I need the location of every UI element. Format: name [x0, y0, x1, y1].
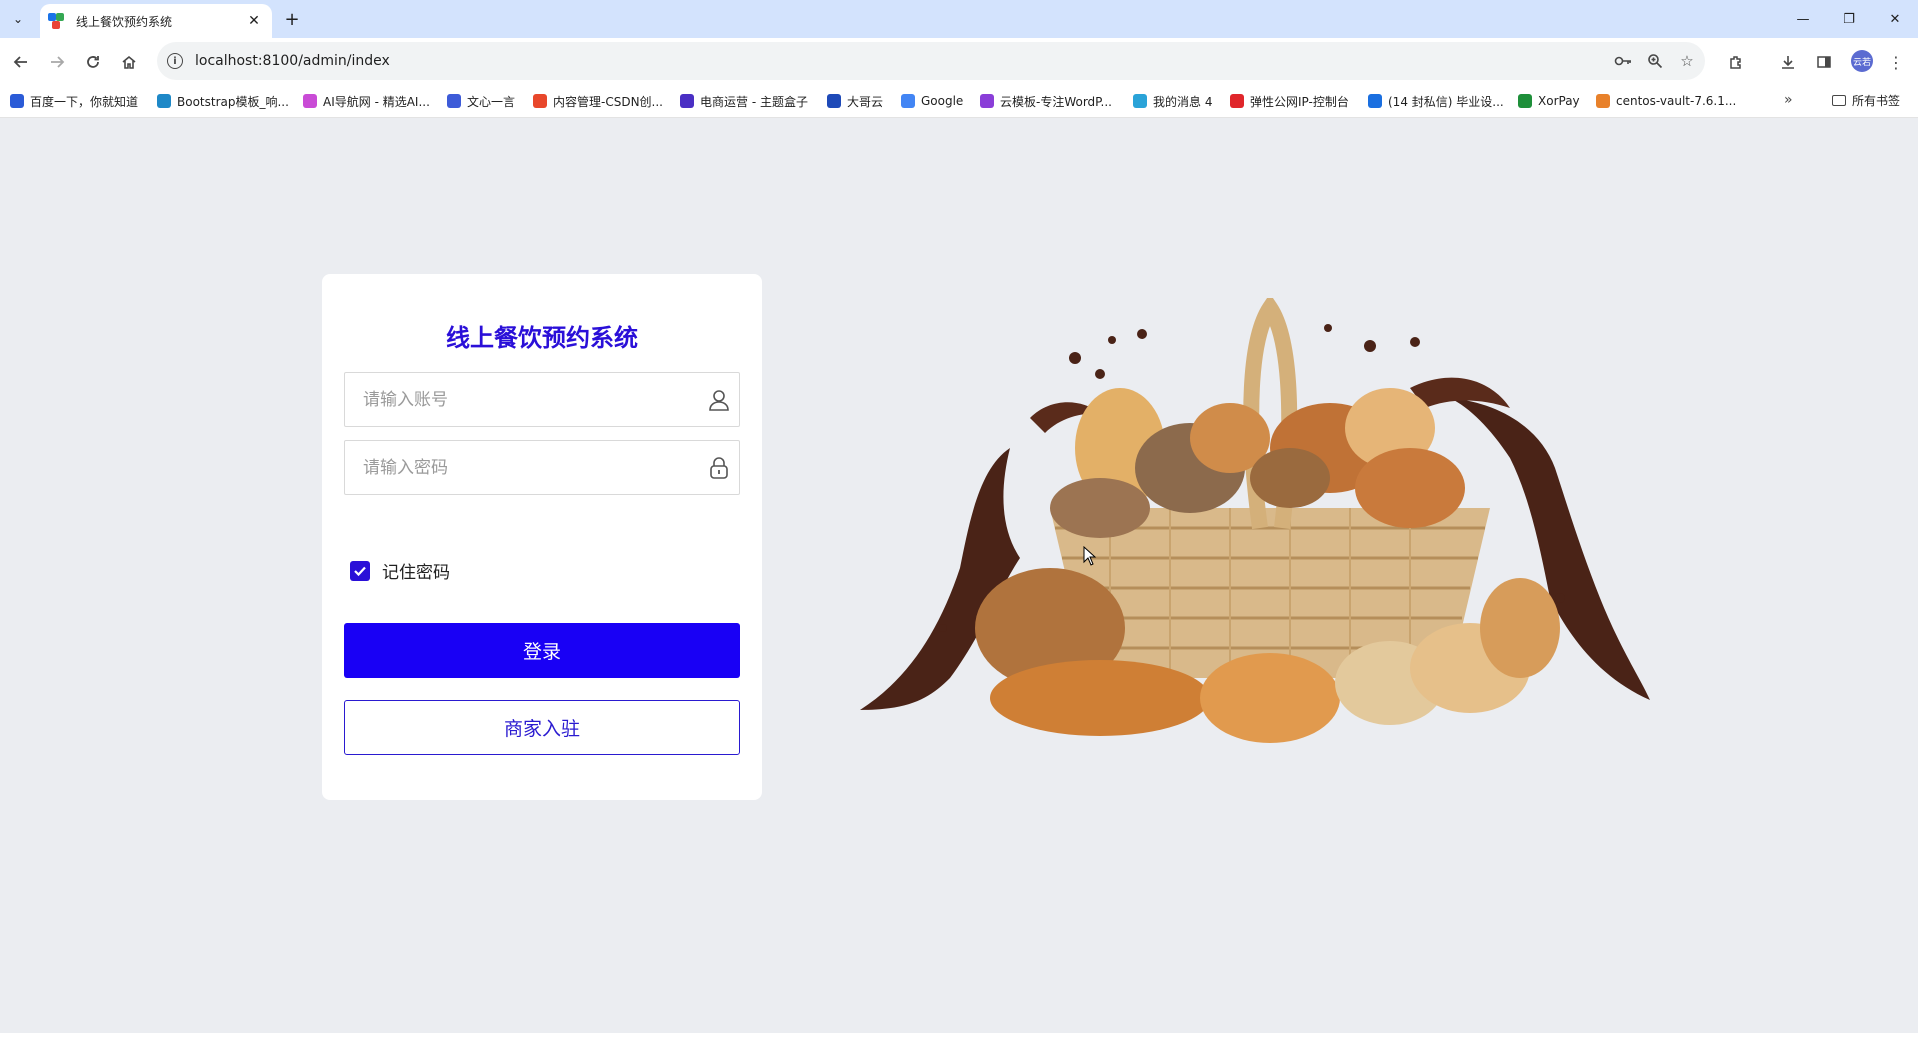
- bookmark-favicon-icon: [901, 94, 915, 108]
- site-info-icon[interactable]: i: [167, 53, 183, 69]
- bookmark-favicon-icon: [1518, 94, 1532, 108]
- bookmark-item[interactable]: centos-vault-7.6.1...: [1596, 92, 1736, 110]
- browser-tab-bar: ⌄ 线上餐饮预约系统 ✕ + — ❐ ✕: [0, 0, 1918, 38]
- check-icon: [354, 566, 366, 576]
- forward-icon[interactable]: [44, 49, 70, 75]
- bookmark-item[interactable]: 电商运营 - 主题盒子: [680, 92, 808, 110]
- account-field[interactable]: [344, 372, 740, 427]
- password-field[interactable]: [344, 440, 740, 495]
- bookmark-item[interactable]: 文心一言: [447, 92, 515, 110]
- remember-checkbox[interactable]: [350, 560, 370, 581]
- bookmark-favicon-icon: [1596, 94, 1610, 108]
- minimize-icon[interactable]: —: [1780, 6, 1826, 32]
- side-panel-icon[interactable]: [1811, 49, 1837, 75]
- bookmark-item[interactable]: 大哥云: [827, 92, 883, 110]
- account-input[interactable]: [345, 372, 699, 427]
- bookmark-favicon-icon: [827, 94, 841, 108]
- bookmark-favicon-icon: [303, 94, 317, 108]
- home-icon[interactable]: [116, 49, 142, 75]
- tab-close-icon[interactable]: ✕: [244, 11, 264, 31]
- bookmark-item[interactable]: 内容管理-CSDN创...: [533, 92, 663, 110]
- browser-tab-active[interactable]: 线上餐饮预约系统 ✕: [40, 4, 272, 38]
- bookmark-item[interactable]: 我的消息 4: [1133, 92, 1212, 110]
- back-icon[interactable]: [8, 49, 34, 75]
- login-title: 线上餐饮预约系统: [446, 324, 638, 352]
- merchant-register-button[interactable]: 商家入驻: [344, 700, 740, 755]
- mouse-cursor-icon: [1083, 546, 1097, 566]
- address-bar[interactable]: i localhost:8100/admin/index ☆: [157, 42, 1705, 80]
- user-icon: [699, 380, 739, 420]
- bookmarks-bar: 百度一下，你就知道 Bootstrap模板_响... AI导航网 - 精选AI.…: [0, 85, 1918, 118]
- bookmark-item[interactable]: XorPay: [1518, 92, 1580, 110]
- bookmark-favicon-icon: [10, 94, 24, 108]
- new-tab-icon[interactable]: +: [281, 8, 303, 30]
- bookmark-favicon-icon: [157, 94, 171, 108]
- profile-avatar-icon[interactable]: 云若: [1851, 50, 1873, 72]
- restore-icon[interactable]: ❐: [1826, 6, 1872, 32]
- bookmark-favicon-icon: [533, 94, 547, 108]
- bookmark-favicon-icon: [1368, 94, 1382, 108]
- bookmark-item[interactable]: (14 封私信) 毕业设...: [1368, 92, 1504, 110]
- extensions-icon[interactable]: [1723, 49, 1749, 75]
- password-input[interactable]: [345, 440, 699, 495]
- bookmark-item[interactable]: Google: [901, 92, 963, 110]
- login-card: 线上餐饮预约系统 记住密码 登录 商家入驻: [322, 274, 762, 800]
- folder-icon: [1832, 95, 1846, 106]
- remember-label: 记住密码: [382, 563, 450, 583]
- remember-password-row[interactable]: 记住密码: [350, 558, 450, 583]
- bookmark-favicon-icon: [447, 94, 461, 108]
- reload-icon[interactable]: [80, 49, 106, 75]
- bread-basket-illustration: [860, 298, 1650, 743]
- bookmark-star-icon[interactable]: ☆: [1673, 47, 1701, 75]
- site-favicon-icon: [48, 13, 64, 29]
- bookmark-favicon-icon: [980, 94, 994, 108]
- bottom-strip: [0, 1033, 1918, 1038]
- bookmark-item[interactable]: 弹性公网IP-控制台: [1230, 92, 1349, 110]
- zoom-icon[interactable]: [1641, 47, 1669, 75]
- browser-toolbar: i localhost:8100/admin/index ☆ 云若 ⋮: [0, 38, 1918, 85]
- page-content: 线上餐饮预约系统 记住密码 登录 商家入驻: [0, 118, 1918, 1033]
- url-text[interactable]: localhost:8100/admin/index: [195, 53, 1609, 69]
- bookmark-item[interactable]: 百度一下，你就知道: [10, 92, 138, 110]
- password-key-icon[interactable]: [1609, 47, 1637, 75]
- all-bookmarks-button[interactable]: 所有书签: [1832, 92, 1900, 109]
- bookmark-favicon-icon: [1133, 94, 1147, 108]
- bookmark-item[interactable]: 云模板-专注WordP...: [980, 92, 1112, 110]
- window-close-icon[interactable]: ✕: [1872, 6, 1918, 32]
- lock-icon: [699, 448, 739, 488]
- bookmark-item[interactable]: AI导航网 - 精选AI...: [303, 92, 430, 110]
- bookmark-item[interactable]: Bootstrap模板_响...: [157, 92, 289, 110]
- login-button[interactable]: 登录: [344, 623, 740, 678]
- download-icon[interactable]: [1775, 49, 1801, 75]
- bookmark-favicon-icon: [680, 94, 694, 108]
- bookmark-favicon-icon: [1230, 94, 1244, 108]
- tab-search-icon[interactable]: ⌄: [7, 8, 29, 30]
- bookmarks-overflow-icon[interactable]: »: [1784, 92, 1793, 108]
- tab-title: 线上餐饮预约系统: [76, 14, 173, 29]
- menu-kebab-icon[interactable]: ⋮: [1883, 49, 1909, 75]
